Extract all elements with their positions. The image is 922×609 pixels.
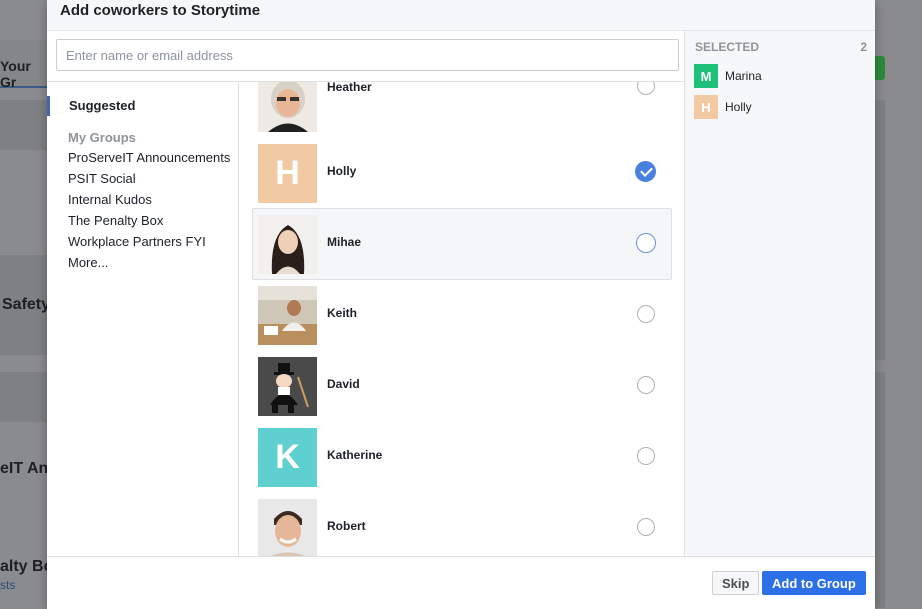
selected-heading: SELECTED — [695, 40, 760, 54]
selected-name: Holly — [725, 100, 752, 114]
nav-active-indicator — [47, 96, 50, 116]
person-row-katherine[interactable]: K Katherine — [252, 421, 672, 493]
add-to-group-button[interactable]: Add to Group — [762, 571, 866, 595]
nav-item-psit-social[interactable]: PSIT Social — [68, 171, 230, 192]
avatar: H — [694, 95, 718, 119]
person-name: Robert — [327, 519, 366, 533]
selected-name: Marina — [725, 69, 762, 83]
avatar: M — [694, 64, 718, 88]
select-radio[interactable] — [637, 518, 655, 536]
avatar: H — [258, 144, 317, 203]
avatar — [258, 215, 317, 274]
select-radio[interactable] — [637, 305, 655, 323]
people-list: Heather H Holly Mihae Keith David K Kath… — [239, 82, 684, 556]
nav-group-list: ProServeIT Announcements PSIT Social Int… — [68, 150, 230, 276]
avatar — [258, 357, 317, 416]
selected-item-marina[interactable]: M Marina — [694, 64, 864, 88]
person-name: Heather — [327, 82, 372, 94]
nav-item-suggested[interactable]: Suggested — [69, 98, 135, 113]
select-radio[interactable] — [637, 376, 655, 394]
background-snippet: Safety — [2, 296, 51, 313]
background-green-button — [875, 56, 885, 80]
skip-button[interactable]: Skip — [712, 571, 760, 595]
dialog-header: Add coworkers to Storytime — [47, 0, 875, 31]
person-row-holly[interactable]: H Holly — [252, 137, 672, 209]
nav-heading-my-groups: My Groups — [68, 130, 136, 145]
search-bar — [47, 31, 684, 82]
dialog-footer: Skip Add to Group — [47, 556, 875, 609]
selected-panel: SELECTED 2 M Marina H Holly — [684, 31, 875, 556]
avatar — [258, 82, 317, 132]
nav-item-proserveit-announcements[interactable]: ProServeIT Announcements — [68, 150, 230, 171]
person-name: Mihae — [327, 235, 362, 249]
search-input[interactable] — [56, 39, 679, 71]
nav-item-workplace-partners-fyi[interactable]: Workplace Partners FYI — [68, 234, 230, 255]
select-radio[interactable] — [637, 82, 655, 95]
nav-item-internal-kudos[interactable]: Internal Kudos — [68, 192, 230, 213]
person-name: David — [327, 377, 360, 391]
person-name: Keith — [327, 306, 357, 320]
background-snippet: alty Bo — [0, 558, 54, 575]
person-name: Katherine — [327, 448, 383, 462]
select-radio-checked[interactable] — [635, 161, 656, 182]
group-nav: Suggested My Groups ProServeIT Announcem… — [47, 82, 239, 556]
person-row-david[interactable]: David — [252, 350, 672, 422]
person-row-heather[interactable]: Heather — [252, 82, 672, 138]
nav-item-more[interactable]: More... — [68, 255, 230, 276]
selected-item-holly[interactable]: H Holly — [694, 95, 864, 119]
avatar — [258, 499, 317, 556]
person-name: Holly — [327, 164, 357, 178]
select-radio[interactable] — [636, 233, 656, 253]
selected-count: 2 — [860, 40, 867, 54]
person-row-robert[interactable]: Robert — [252, 492, 672, 556]
person-row-keith[interactable]: Keith — [252, 279, 672, 351]
avatar: K — [258, 428, 317, 487]
nav-item-the-penalty-box[interactable]: The Penalty Box — [68, 213, 230, 234]
select-radio[interactable] — [637, 447, 655, 465]
person-row-mihae[interactable]: Mihae — [252, 208, 672, 280]
dialog-title: Add coworkers to Storytime — [60, 2, 261, 19]
background-link: sts — [0, 578, 16, 592]
avatar — [258, 286, 317, 345]
add-coworkers-dialog: Add coworkers to Storytime Suggested My … — [47, 0, 875, 609]
background-tab: Your Gr — [0, 40, 47, 90]
